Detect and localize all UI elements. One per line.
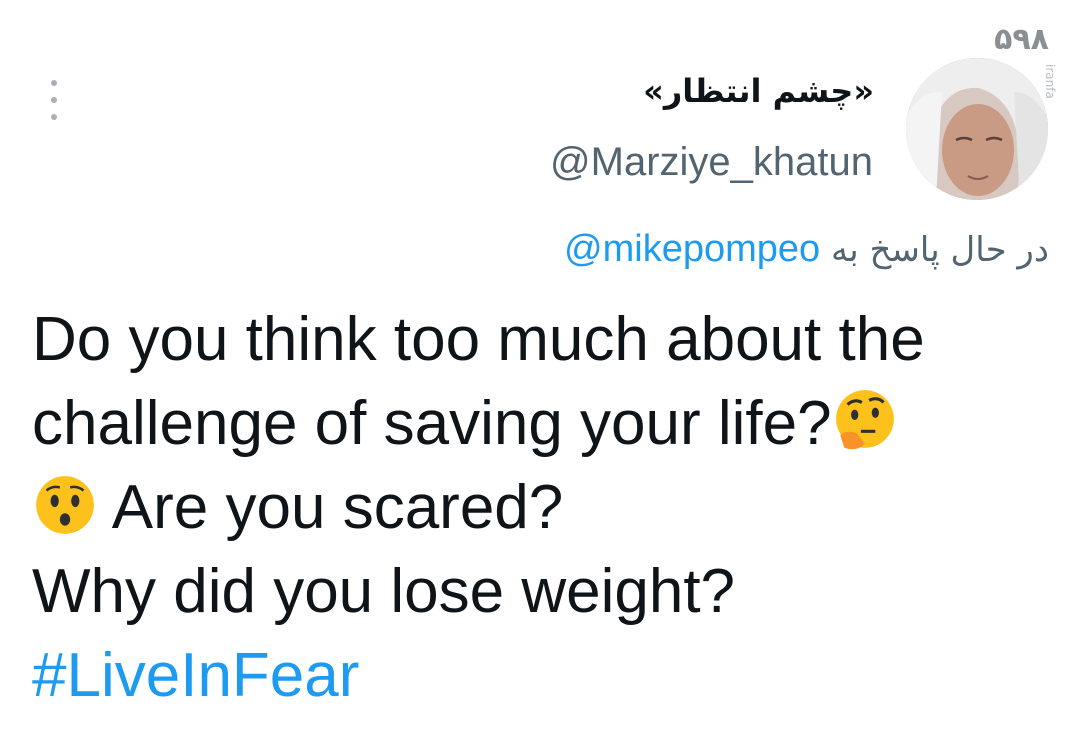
- watermark-logo: ۵۹۸: [994, 22, 1049, 57]
- tweet-line-3-text: Are you scared?: [98, 473, 564, 542]
- hashtag-link[interactable]: #LiveInFear: [32, 634, 1062, 718]
- tweet-card: ۵۹۸ iranfa «چشم انتظار» @Marziye_khatun …: [0, 0, 1079, 738]
- tweet-line-2-text: challenge of saving your life?: [32, 389, 832, 458]
- reply-context: در حال پاسخ به @mikepompeo: [564, 228, 1049, 271]
- username[interactable]: @Marziye_khatun: [550, 140, 873, 185]
- hushed-face-emoji: [32, 472, 98, 538]
- reply-handle-link[interactable]: @mikepompeo: [564, 228, 820, 270]
- tweet-line-1: Do you think too much about the: [32, 305, 925, 374]
- tweet-line-3: Are you scared?: [32, 466, 1062, 550]
- thinking-face-emoji: [832, 388, 898, 454]
- avatar-image: [906, 58, 1048, 200]
- avatar[interactable]: [906, 58, 1048, 200]
- watermark-sub: iranfa: [1043, 64, 1057, 99]
- reply-prefix: در حال پاسخ به: [830, 230, 1049, 270]
- tweet-text: Do you think too much about the challeng…: [32, 298, 1062, 718]
- display-name[interactable]: «چشم انتظار»: [643, 72, 874, 110]
- tweet-line-4: Why did you lose weight?: [32, 557, 736, 626]
- tweet-line-2: challenge of saving your life?: [32, 382, 1062, 466]
- more-vertical-icon[interactable]: [40, 80, 68, 120]
